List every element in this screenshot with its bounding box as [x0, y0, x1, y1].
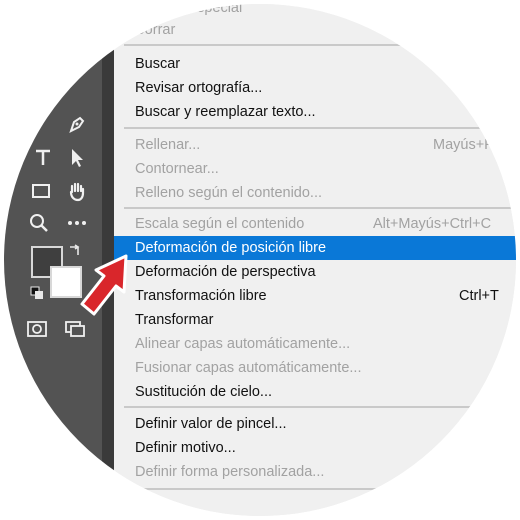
menu-item-sustitucion-cielo[interactable]: Sustitución de cielo...: [114, 380, 516, 404]
menu-item-label: Deformación de posición libre: [135, 240, 327, 256]
menu-item-alinear-capas[interactable]: Alinear capas automáticamente...: [114, 332, 516, 356]
menu-item-shortcut: Mayús+F5: [433, 137, 502, 153]
menu-item-deformacion-posicion-libre[interactable]: Deformación de posición libre: [114, 236, 516, 260]
menu-item-revisar-ortografia[interactable]: Revisar ortografía...: [114, 76, 516, 100]
pointer-arrow-icon: [80, 254, 128, 316]
menu-item-label: Sustitución de cielo...: [135, 384, 273, 400]
tool-blob-icon[interactable]: [34, 82, 56, 104]
menu-item-label: Buscar: [135, 56, 181, 72]
menu-separator: [124, 207, 516, 209]
menu-item-label: Contornear...: [135, 161, 219, 177]
menu-item-label: Borrar: [135, 22, 176, 38]
menu-item-label: Transformación libre: [135, 288, 267, 304]
menu-separator: [124, 406, 516, 408]
menu-item-label: Revisar ortografía...: [135, 80, 263, 96]
menu-item-rellenar[interactable]: Rellenar... Mayús+F5: [114, 133, 516, 157]
menu-item-label: Definir motivo...: [135, 440, 236, 456]
menu-item-label: Rellenar...: [135, 137, 201, 153]
zoom-icon[interactable]: [28, 212, 50, 234]
menu-separator: [124, 488, 516, 490]
menu-item-label: Transformar: [135, 312, 214, 328]
menu-separator: [124, 44, 516, 46]
default-colors-icon[interactable]: [30, 286, 44, 300]
menu-item-fusionar-capas[interactable]: Fusionar capas automáticamente...: [114, 356, 516, 380]
menu-item-buscar-reemplazar[interactable]: Buscar y reemplazar texto...: [114, 100, 516, 124]
menu-item-label: Fusionar capas automáticamente...: [135, 360, 362, 376]
menu-item-label: Deformación de perspectiva: [135, 264, 316, 280]
menu-item-label: Definir valor de pincel...: [135, 416, 287, 432]
menu-item-label: Relleno según el contenido...: [135, 185, 323, 201]
menu-item-definir-forma[interactable]: Definir forma personalizada...: [114, 460, 516, 484]
path-selection-icon[interactable]: [66, 146, 88, 168]
quick-mask-icon[interactable]: [26, 318, 48, 340]
menu-item-relleno-contenido[interactable]: Relleno según el contenido...: [114, 181, 516, 205]
menu-item-definir-pincel[interactable]: Definir valor de pincel...: [114, 412, 516, 436]
menu-item-label: Definir forma personalizada...: [135, 464, 325, 480]
type-icon[interactable]: [32, 146, 54, 168]
menu-item-deformacion-perspectiva[interactable]: Deformación de perspectiva: [114, 260, 516, 284]
menu-item-transformacion-libre[interactable]: Transformación libre Ctrl+T: [114, 284, 516, 308]
menu-item-contornear[interactable]: Contornear...: [114, 157, 516, 181]
edit-menu: Pegado especial Borrar Buscar Revisar or…: [114, 4, 516, 516]
menu-item-escala-contenido[interactable]: Escala según el contenido Alt+Mayús+Ctrl+…: [114, 212, 516, 236]
menu-item-buscar[interactable]: Buscar: [114, 52, 516, 76]
menu-item-definir-motivo[interactable]: Definir motivo...: [114, 436, 516, 460]
more-tools-icon[interactable]: [66, 212, 88, 234]
rectangle-icon[interactable]: [30, 180, 52, 202]
menu-item-shortcut: Alt+Mayús+Ctrl+C: [373, 216, 492, 232]
menu-item-label: Buscar y reemplazar texto...: [135, 104, 316, 120]
menu-item-shortcut: Ctrl+T: [459, 288, 499, 304]
menu-item-label: Escala según el contenido: [135, 216, 305, 232]
menu-separator: [124, 127, 516, 129]
menu-item-transformar[interactable]: Transformar: [114, 308, 516, 332]
pen-icon[interactable]: [66, 112, 88, 134]
menu-item-label: Alinear capas automáticamente...: [135, 336, 351, 352]
hand-icon[interactable]: [66, 180, 88, 202]
zoom-circle: Pegado especial Borrar Buscar Revisar or…: [4, 4, 516, 516]
menu-item-borrar[interactable]: Borrar: [114, 18, 516, 42]
